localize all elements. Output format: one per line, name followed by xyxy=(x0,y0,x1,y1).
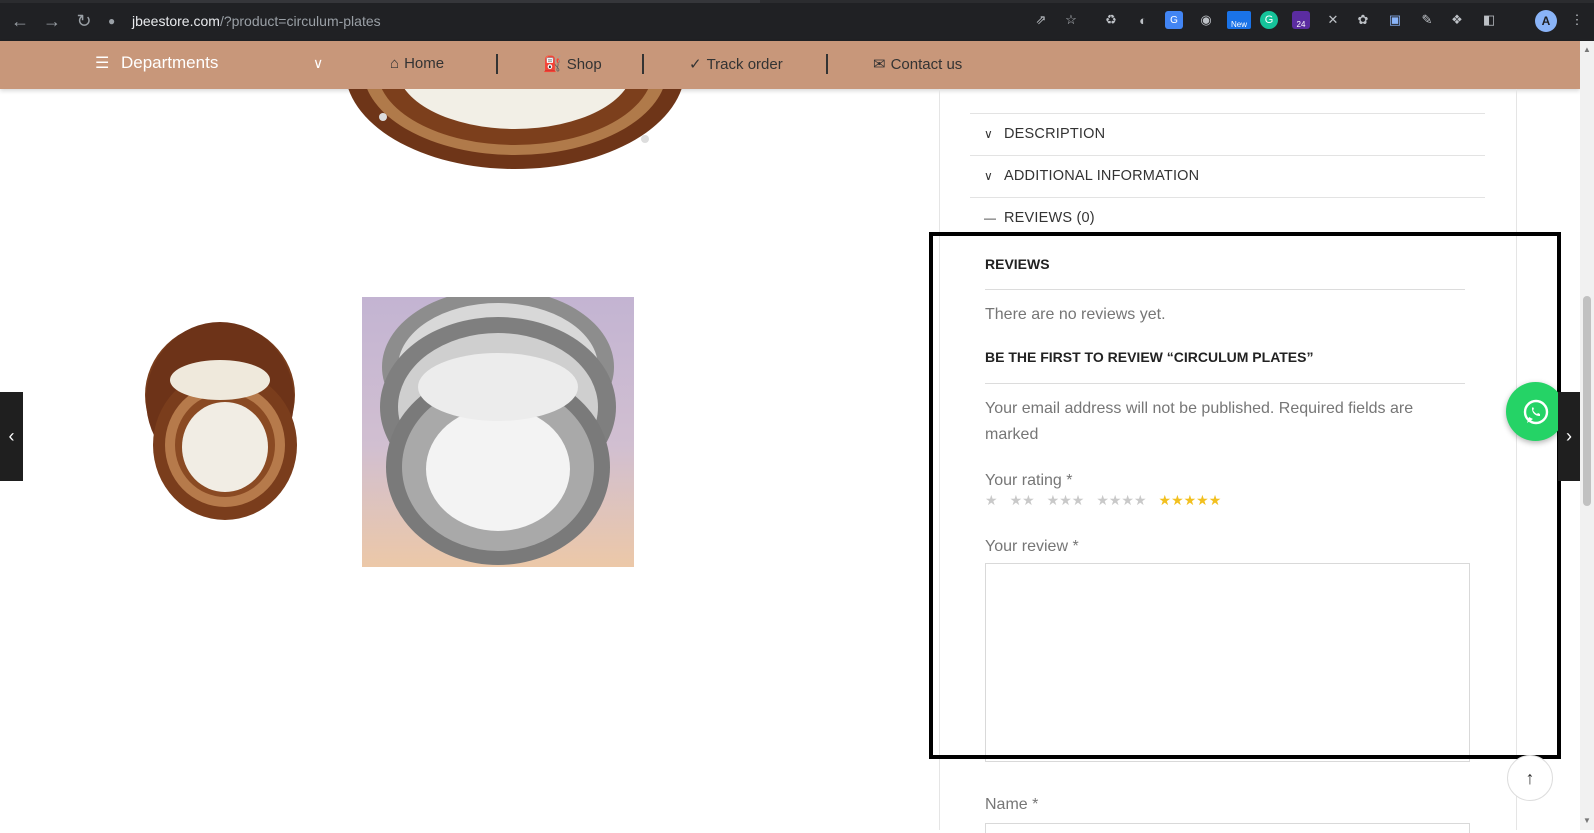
url-path: /?product=circulum-plates xyxy=(219,13,381,29)
tab-additional-label: ADDITIONAL INFORMATION xyxy=(1004,168,1200,184)
hamburger-icon: ☰ xyxy=(95,55,110,72)
main-product-image[interactable] xyxy=(345,89,685,169)
name-field[interactable] xyxy=(985,823,1470,833)
nav-divider xyxy=(642,54,644,74)
gallery-prev-button[interactable]: ‹ xyxy=(0,392,23,481)
bookmark-star-icon[interactable]: ☆ xyxy=(1062,11,1080,29)
chevron-right-icon: › xyxy=(1566,426,1572,446)
calendar-extension-icon[interactable]: 24 xyxy=(1292,11,1310,29)
browser-toolbar: ← → ↻ ● jbeestore.com/?product=circulum-… xyxy=(0,0,1594,41)
new-extension-icon[interactable]: New xyxy=(1227,11,1251,29)
puzzle-icon[interactable]: ❖ xyxy=(1448,11,1466,29)
nav-home-link[interactable]: ⌂ Home xyxy=(390,55,444,72)
scroll-up-icon[interactable]: ▲ xyxy=(1583,45,1591,54)
nav-contact-label: Contact us xyxy=(890,55,963,73)
tab-reviews-label: REVIEWS (0) xyxy=(1004,210,1095,226)
tab-additional-information[interactable]: ∨ ADDITIONAL INFORMATION xyxy=(970,155,1485,196)
departments-label: Departments xyxy=(121,53,219,72)
tab-description-label: DESCRIPTION xyxy=(1004,126,1106,142)
tab-strip xyxy=(0,0,1594,3)
url-host: jbeestore.com xyxy=(132,13,220,29)
tab-description[interactable]: ∨ DESCRIPTION xyxy=(970,113,1485,154)
scrollbar-thumb[interactable] xyxy=(1583,296,1591,506)
chevron-down-icon: ∨ xyxy=(984,127,993,141)
reload-icon[interactable]: ↻ xyxy=(72,9,96,33)
new-badge: New xyxy=(1230,20,1247,29)
check-circle-icon: ✓ xyxy=(689,56,702,73)
pen-extension-icon[interactable]: ✎ xyxy=(1418,11,1436,29)
screen-extension-icon[interactable]: ▣ xyxy=(1386,11,1404,29)
whatsapp-icon xyxy=(1523,399,1548,424)
share-icon[interactable]: ⇗ xyxy=(1032,11,1050,29)
chevron-left-icon: ‹ xyxy=(8,426,15,446)
arrow-up-icon: ↑ xyxy=(1525,767,1535,788)
name-label: Name * xyxy=(985,796,1039,813)
nav-shop-link[interactable]: ⛽ Shop xyxy=(543,55,602,74)
highlight-box xyxy=(929,232,1561,759)
whatsapp-button[interactable] xyxy=(1506,382,1565,441)
sidepanel-icon[interactable]: ◧ xyxy=(1480,11,1498,29)
nav-contact-link[interactable]: ✉ Contact us xyxy=(873,55,963,74)
count-badge: 24 xyxy=(1296,20,1306,29)
chevron-down-icon: ∨ xyxy=(984,169,993,183)
address-bar[interactable]: ● jbeestore.com/?product=circulum-plates xyxy=(108,7,1108,35)
minus-icon: — xyxy=(984,211,997,225)
grammarly-icon[interactable]: G xyxy=(1260,11,1278,29)
nav-shop-label: Shop xyxy=(566,55,602,73)
back-icon[interactable]: ← xyxy=(8,9,32,33)
close-extension-icon[interactable]: ✕ xyxy=(1324,11,1342,29)
forward-icon[interactable]: → xyxy=(40,9,64,33)
chevron-down-icon[interactable]: ∨ xyxy=(313,55,323,72)
active-tab[interactable] xyxy=(170,0,760,3)
profile-avatar[interactable]: A xyxy=(1535,10,1557,32)
scroll-down-icon[interactable]: ▼ xyxy=(1583,816,1591,825)
product-thumbnail-brown[interactable] xyxy=(140,320,300,530)
gallery-next-button[interactable]: › xyxy=(1558,392,1580,481)
house-icon: ⌂ xyxy=(390,55,400,72)
nav-track-label: Track order xyxy=(706,55,783,73)
nav-track-link[interactable]: ✓ Track order xyxy=(689,55,783,74)
page-scrollbar[interactable]: ▲ ▼ xyxy=(1580,41,1594,830)
swirl-extension-icon[interactable]: ✿ xyxy=(1354,11,1372,29)
globe-extension-icon[interactable]: ◐ xyxy=(1134,11,1152,29)
recycle-extension-icon[interactable]: ♻ xyxy=(1102,11,1120,29)
product-thumbnail-silver[interactable] xyxy=(362,297,634,567)
menu-kebab-icon[interactable]: ⋮ xyxy=(1568,11,1586,29)
basket-icon: ⛽ xyxy=(543,56,562,73)
nav-home-label: Home xyxy=(404,55,445,72)
translate-extension-icon[interactable]: G xyxy=(1165,11,1183,29)
nav-divider xyxy=(826,54,828,74)
site-info-icon[interactable]: ● xyxy=(108,14,126,28)
departments-button[interactable]: ☰ Departments xyxy=(95,53,218,73)
nav-divider xyxy=(496,54,498,74)
camera-extension-icon[interactable]: ◉ xyxy=(1197,11,1215,29)
site-navbar: ☰ Departments ∨ ⌂ Home ⛽ Shop ✓ Track order… xyxy=(0,41,1580,89)
envelope-icon: ✉ xyxy=(873,56,886,73)
scroll-to-top-button[interactable]: ↑ xyxy=(1507,755,1553,801)
